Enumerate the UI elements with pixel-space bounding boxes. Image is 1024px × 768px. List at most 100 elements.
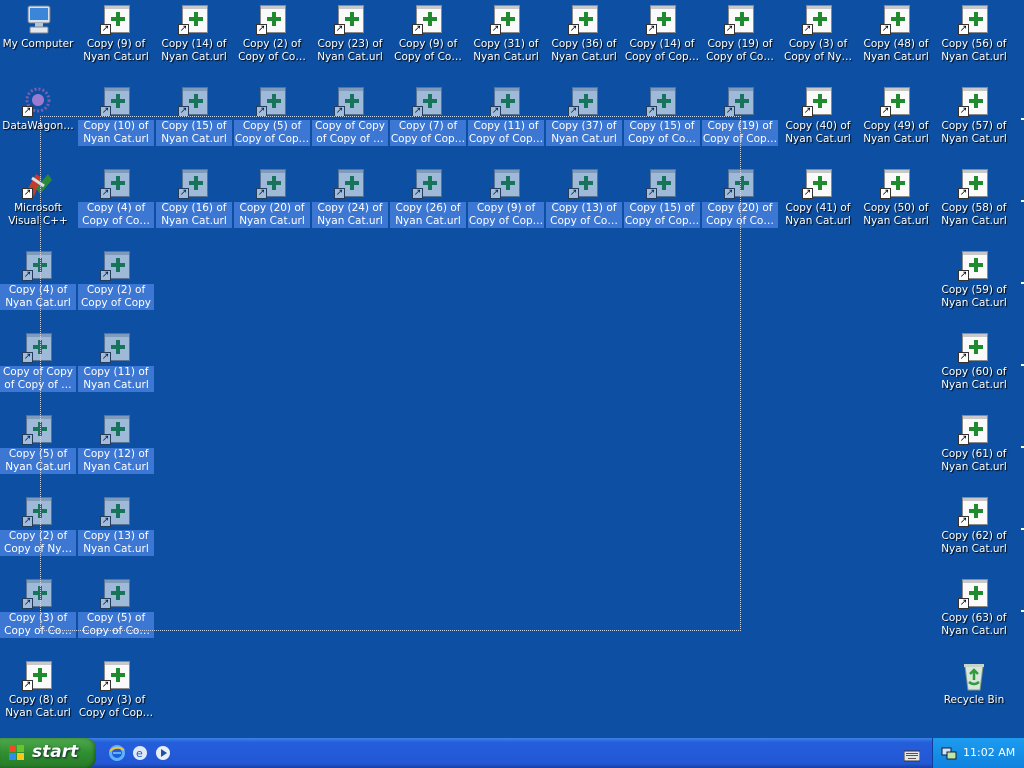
url-shortcut-icon: ↗ — [412, 168, 444, 200]
shortcut-arrow-icon: ↗ — [178, 24, 189, 35]
desktop-shortcut[interactable]: ↗ Copy (62) of Nyan Cat.url — [936, 494, 1012, 576]
desktop-shortcut[interactable]: ↗ Copy (14) of Nyan Cat.url — [156, 2, 232, 84]
datawagon-desktop-icon[interactable]: ↗ DataWagon… — [0, 84, 76, 166]
desktop-shortcut[interactable]: ↗ Copy (40) of Nyan Cat.url — [780, 84, 856, 166]
desktop-shortcut[interactable]: ↗ Copy (12) of Nyan Cat.url — [78, 412, 154, 494]
desktop-shortcut[interactable]: ↗ Copy (61) of Nyan Cat.url — [936, 412, 1012, 494]
shortcut-arrow-icon: ↗ — [100, 434, 111, 445]
network-icon[interactable] — [941, 746, 957, 760]
desktop-shortcut[interactable]: ↗ Copy (50) of Nyan Cat.url — [858, 166, 934, 248]
desktop-shortcut[interactable]: ↗ Copy (13) of Nyan Cat.url — [78, 494, 154, 576]
desktop-shortcut[interactable]: ↗ Copy (48) of Nyan Cat.url — [858, 2, 934, 84]
desktop-shortcut[interactable]: ↗ Copy (3) of Copy of Cop… — [78, 658, 154, 738]
desktop-shortcut[interactable]: ↗ Copy (19) of Copy of Cop… — [702, 84, 778, 166]
desktop-shortcut[interactable]: ↗ Copy (26) of Nyan Cat.url — [390, 166, 466, 248]
shortcut-arrow-icon: ↗ — [412, 24, 423, 35]
desktop-shortcut[interactable]: ↗ Copy (11) of Nyan Cat.url — [78, 330, 154, 412]
recycle-desktop-icon[interactable]: Recycle Bin — [936, 658, 1012, 738]
shortcut-arrow-icon: ↗ — [256, 106, 267, 117]
shortcut-arrow-icon: ↗ — [100, 516, 111, 527]
media-player-icon[interactable] — [154, 744, 172, 762]
desktop-shortcut[interactable]: ↗ Copy (59) of Nyan Cat.url — [936, 248, 1012, 330]
vc-desktop-icon[interactable]: ↗ Microsoft Visual C++ 6.0 — [0, 166, 76, 248]
desktop-shortcut[interactable]: ↗ Copy (15) of Copy of Cop… — [624, 166, 700, 248]
desktop-icon-label: Copy (9) of Copy of Co… — [394, 38, 462, 63]
desktop-icon-label: Copy (31) of Nyan Cat.url — [473, 38, 539, 63]
url-shortcut-icon: ↗ — [178, 4, 210, 36]
desktop-icon-label: Recycle Bin — [943, 694, 1005, 706]
desktop-icon-label: Copy (2) of Copy of Copy of Nyan Cat.url — [78, 284, 154, 310]
computer-desktop-icon[interactable]: My Computer — [0, 2, 76, 84]
desktop-shortcut[interactable]: ↗ Copy (3) of Copy of Co… — [0, 576, 76, 658]
url-shortcut-icon: ↗ — [178, 86, 210, 118]
desktop-shortcut[interactable]: ↗ Copy (9) of Copy of Cop… — [468, 166, 544, 248]
desktop-shortcut[interactable]: ↗ Copy (7) of Copy of Cop… — [390, 84, 466, 166]
outlook-express-icon[interactable]: e — [131, 744, 149, 762]
shortcut-arrow-icon: ↗ — [802, 24, 813, 35]
desktop-shortcut[interactable]: ↗ Copy (14) of Copy of Cop… — [624, 2, 700, 84]
desktop-shortcut[interactable]: ↗ Copy (5) of Copy of Co… — [78, 576, 154, 658]
desktop[interactable]: My Computer ↗ DataWagon… ↗ Microsoft Visual … — [0, 0, 1024, 738]
desktop-shortcut[interactable]: ↗ Copy (5) of Copy of Cop… — [234, 84, 310, 166]
shortcut-arrow-icon: ↗ — [22, 188, 33, 199]
desktop-shortcut[interactable]: ↗ Copy (5) of Nyan Cat.url — [0, 412, 76, 494]
desktop-shortcut[interactable]: ↗ Copy (13) of Copy of Co… — [546, 166, 622, 248]
desktop-icon-label: Copy (62) of Nyan Cat.url — [941, 530, 1007, 555]
desktop-shortcut[interactable]: ↗ Copy (3) of Copy of Ny… — [780, 2, 856, 84]
desktop-shortcut[interactable]: ↗ Copy (4) of Nyan Cat.url — [0, 248, 76, 330]
shortcut-arrow-icon: ↗ — [958, 106, 969, 117]
shortcut-arrow-icon: ↗ — [568, 188, 579, 199]
desktop-icon-label: Copy (26) of Nyan Cat.url — [390, 202, 466, 228]
desktop-shortcut[interactable]: ↗ Copy (20) of Copy of Co… — [702, 166, 778, 248]
clock[interactable]: 11:02 AM — [963, 746, 1015, 759]
desktop-icon-label: Copy (23) of Nyan Cat.url — [317, 38, 383, 63]
desktop-shortcut[interactable]: ↗ Copy (16) of Nyan Cat.url — [156, 166, 232, 248]
url-shortcut-icon: ↗ — [22, 332, 54, 364]
desktop-shortcut[interactable]: ↗ Copy of Copy of Copy of … — [312, 84, 388, 166]
desktop-shortcut[interactable]: ↗ Copy (8) of Nyan Cat.url — [0, 658, 76, 738]
desktop-shortcut[interactable]: ↗ Copy (36) of Nyan Cat.url — [546, 2, 622, 84]
desktop-shortcut[interactable]: ↗ Copy (9) of Nyan Cat.url — [78, 2, 154, 84]
desktop-shortcut[interactable]: ↗ Copy (19) of Copy of Co… — [702, 2, 778, 84]
desktop-shortcut[interactable]: ↗ Copy (2) of Copy of Ny… — [0, 494, 76, 576]
shortcut-arrow-icon: ↗ — [802, 188, 813, 199]
url-shortcut-icon: ↗ — [958, 86, 990, 118]
url-shortcut-icon: ↗ — [490, 4, 522, 36]
desktop-icon-label: Copy (20) of Copy of Co… — [702, 202, 778, 228]
desktop-shortcut[interactable]: ↗ Copy (63) of Nyan Cat.url — [936, 576, 1012, 658]
url-shortcut-icon: ↗ — [178, 168, 210, 200]
desktop-shortcut[interactable]: ↗ Copy (20) of Nyan Cat.url — [234, 166, 310, 248]
desktop-shortcut[interactable]: ↗ Copy (60) of Nyan Cat.url — [936, 330, 1012, 412]
shortcut-arrow-icon: ↗ — [490, 24, 501, 35]
desktop-shortcut[interactable]: ↗ Copy (37) of Nyan Cat.url — [546, 84, 622, 166]
url-shortcut-icon: ↗ — [22, 496, 54, 528]
desktop-shortcut[interactable]: ↗ Copy (23) of Nyan Cat.url — [312, 2, 388, 84]
desktop-shortcut[interactable]: ↗ Copy (15) of Nyan Cat.url — [156, 84, 232, 166]
start-button[interactable]: start — [0, 738, 96, 768]
keyboard-icon[interactable] — [903, 747, 921, 762]
desktop-shortcut[interactable]: ↗ Copy (24) of Nyan Cat.url — [312, 166, 388, 248]
desktop-shortcut[interactable]: ↗ Copy (49) of Nyan Cat.url — [858, 84, 934, 166]
desktop-shortcut[interactable]: ↗ Copy (2) of Copy of Co… — [234, 2, 310, 84]
desktop-shortcut[interactable]: ↗ Copy (9) of Copy of Co… — [390, 2, 466, 84]
url-shortcut-icon: ↗ — [724, 86, 756, 118]
desktop-icon-label: Copy (15) of Nyan Cat.url — [156, 120, 232, 146]
desktop-shortcut[interactable]: ↗ Copy (4) of Copy of Co… — [78, 166, 154, 248]
desktop-shortcut[interactable]: ↗ Copy (57) of Nyan Cat.url — [936, 84, 1012, 166]
desktop-shortcut[interactable]: ↗ Copy (2) of Copy of Copy of Nyan Cat.ur… — [78, 248, 154, 330]
internet-explorer-icon[interactable] — [108, 744, 126, 762]
desktop-shortcut[interactable]: ↗ Copy (56) of Nyan Cat.url — [936, 2, 1012, 84]
desktop-shortcut[interactable]: ↗ Copy (15) of Copy of Co… — [624, 84, 700, 166]
shortcut-arrow-icon: ↗ — [880, 106, 891, 117]
desktop-shortcut[interactable]: ↗ Copy (31) of Nyan Cat.url — [468, 2, 544, 84]
url-shortcut-icon: ↗ — [100, 332, 132, 364]
desktop-shortcut[interactable]: ↗ Copy (11) of Copy of Cop… — [468, 84, 544, 166]
url-shortcut-icon: ↗ — [490, 168, 522, 200]
svg-text:e: e — [136, 747, 143, 760]
url-shortcut-icon: ↗ — [412, 86, 444, 118]
desktop-shortcut[interactable]: ↗ Copy of Copy of Copy of … — [0, 330, 76, 412]
desktop-shortcut[interactable]: ↗ Copy (58) of Nyan Cat.url — [936, 166, 1012, 248]
desktop-shortcut[interactable]: ↗ Copy (10) of Nyan Cat.url — [78, 84, 154, 166]
shortcut-arrow-icon: ↗ — [22, 106, 33, 117]
desktop-shortcut[interactable]: ↗ Copy (41) of Nyan Cat.url — [780, 166, 856, 248]
